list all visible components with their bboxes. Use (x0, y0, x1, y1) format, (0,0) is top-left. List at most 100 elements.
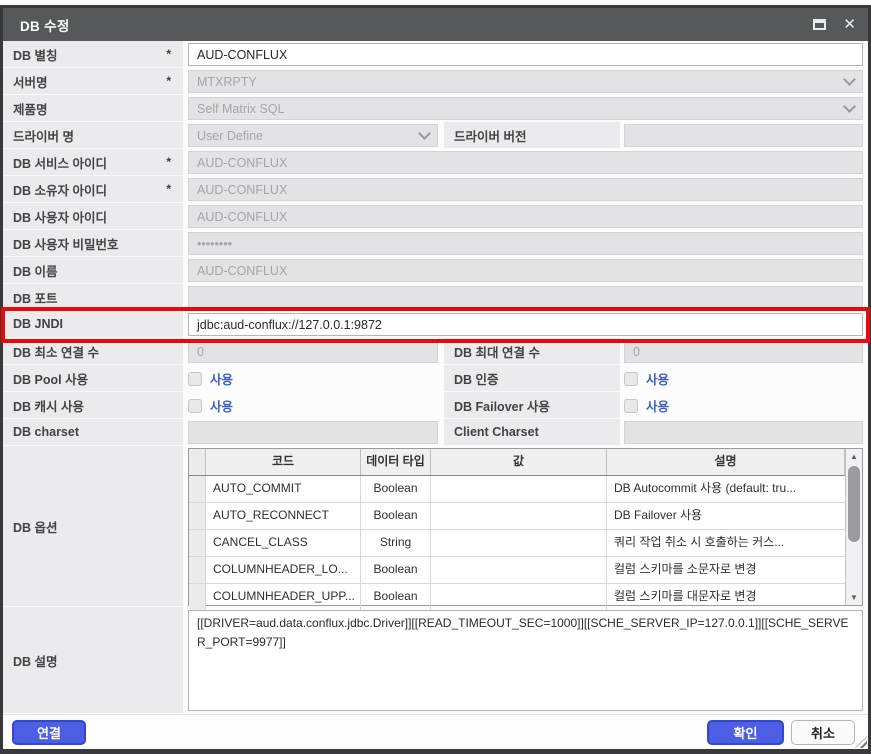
form-row-db-port: DB 포트 (3, 284, 868, 311)
table-row[interactable]: AUTO_RECONNECTBooleanDB Failover 사용 (189, 503, 845, 530)
scroll-up-icon[interactable]: ▲ (846, 449, 862, 464)
client-charset-input-label: Client Charset (444, 419, 620, 446)
option-data-type: Boolean (361, 584, 431, 610)
db-pool-use-group: 사용 (188, 369, 438, 388)
form-row-product-name: 제품명 Self Matrix SQL (3, 95, 868, 122)
row-selector[interactable] (189, 557, 206, 583)
option-value[interactable] (431, 557, 607, 583)
field-label-driver: 드라이버 명 (3, 122, 183, 149)
option-value[interactable] (431, 584, 607, 610)
server-name-select: MTXRPTY (188, 70, 863, 93)
close-icon[interactable]: ✕ (843, 17, 856, 32)
db-name-input: AUD-CONFLUX (188, 259, 863, 282)
field-label-db-connections-text: DB 최소 연결 수 (13, 342, 99, 361)
field-label-db-connections: DB 최소 연결 수 (3, 338, 183, 365)
form-body: DB 별칭*AUD-CONFLUX서버명*MTXRPTY 제품명 Self Matr… (3, 41, 868, 714)
field-label-db-description-text: DB 설명 (13, 651, 58, 670)
db-jndi-input[interactable]: jdbc:aud-conflux://127.0.0.1:9872 (188, 313, 863, 336)
form-row-db-owner-id: DB 소유자 아이디 * AUD-CONFLUX (3, 176, 868, 203)
field-label-db-jndi-text: DB JNDI (13, 317, 63, 331)
field-area-driver: User Define 드라이버 버전 (183, 122, 868, 149)
option-description: 쿼리 작업 취소 시 호출하는 커스... (607, 530, 845, 556)
option-value[interactable] (431, 530, 607, 556)
field-label-db-pool-text: DB Pool 사용 (13, 369, 88, 388)
product-name-select: Self Matrix SQL (188, 97, 863, 120)
db-max-connections-label: DB 최대 연결 수 (444, 338, 620, 365)
db-min-connections-input: 0 (188, 340, 438, 363)
db-auth-use-checkbox[interactable] (624, 372, 638, 386)
field-label-db-charset: DB charset (3, 419, 183, 446)
driver-version-label: 드라이버 버전 (444, 122, 620, 149)
db-max-connections-value: 0 (633, 345, 640, 359)
column-header-3: 값 (431, 449, 607, 475)
driver-version-input (624, 124, 863, 147)
option-code: AUTO_RECONNECT (206, 503, 361, 529)
restore-window-icon[interactable] (813, 19, 826, 30)
field-label-db-pool: DB Pool 사용 (3, 365, 183, 392)
form-row-db-name: DB 이름AUD-CONFLUX (3, 257, 868, 284)
table-scrollbar[interactable]: ▲▼ (845, 449, 862, 605)
db-failover-use-checkbox[interactable] (624, 399, 638, 413)
scrollbar-track[interactable] (846, 464, 862, 590)
column-header-0 (189, 449, 206, 475)
field-area-db-owner-id: AUD-CONFLUX (183, 176, 868, 203)
db-failover-use-label: 사용 (646, 396, 669, 415)
option-description: DB Autocommit 사용 (default: tru... (607, 476, 845, 502)
field-label-db-user-id: DB 사용자 아이디 (3, 203, 183, 230)
field-label-db-jndi: DB JNDI (3, 311, 183, 338)
driver-name-value: User Define (197, 129, 263, 143)
table-header-row: 코드데이터 타입값설명 (189, 449, 845, 476)
table-row[interactable]: COLUMNHEADER_LO...Boolean컬럼 스키마를 소문자로 변경 (189, 557, 845, 584)
dialog-titlebar[interactable]: DB 수정 ✕ (3, 8, 868, 41)
db-options-grid: 코드데이터 타입값설명AUTO_COMMITBooleanDB Autocomm… (189, 449, 845, 605)
form-row-server-name: 서버명*MTXRPTY (3, 68, 868, 95)
db-user-id-value: AUD-CONFLUX (197, 210, 287, 224)
row-selector[interactable] (189, 530, 206, 556)
field-label-product-name-text: 제품명 (13, 99, 48, 118)
db-jndi-value: jdbc:aud-conflux://127.0.0.1:9872 (197, 318, 382, 332)
field-label-db-port: DB 포트 (3, 284, 183, 311)
field-label-db-options: DB 옵션 (3, 446, 183, 607)
field-area-db-charset: Client Charset (183, 419, 868, 446)
table-row[interactable]: AUTO_COMMITBooleanDB Autocommit 사용 (defa… (189, 476, 845, 503)
db-pool-use-checkbox[interactable] (188, 372, 202, 386)
connect-button[interactable]: 연결 (12, 720, 86, 745)
dialog-footer: 연결 확인 취소 (3, 714, 868, 749)
field-label-db-owner-id-text: DB 소유자 아이디 (13, 180, 107, 199)
form-row-db-alias: DB 별칭*AUD-CONFLUX (3, 41, 868, 68)
row-selector[interactable] (189, 584, 206, 610)
field-label-db-name: DB 이름 (3, 257, 183, 284)
required-asterisk: * (166, 182, 171, 196)
db-owner-id-input: AUD-CONFLUX (188, 178, 863, 201)
form-row-db-service-id: DB 서비스 아이디*AUD-CONFLUX (3, 149, 868, 176)
form-row-db-user-password: DB 사용자 비밀번호•••••••• (3, 230, 868, 257)
db-user-id-input: AUD-CONFLUX (188, 205, 863, 228)
form-row-db-options: DB 옵션코드데이터 타입값설명AUTO_COMMITBooleanDB Aut… (3, 446, 868, 607)
db-cache-use-checkbox[interactable] (188, 399, 202, 413)
option-value[interactable] (431, 476, 607, 502)
field-label-db-cache: DB 캐시 사용 (3, 392, 183, 419)
cancel-button[interactable]: 취소 (791, 720, 855, 745)
row-selector[interactable] (189, 503, 206, 529)
dialog-title: DB 수정 (20, 15, 70, 35)
form-row-db-jndi: DB JNDI jdbc:aud-conflux://127.0.0.1:9872 (3, 311, 868, 338)
scroll-down-icon[interactable]: ▼ (846, 590, 862, 605)
db-edit-dialog: DB 수정 ✕ DB 별칭*AUD-CONFLUX서버명*MTXRPTY 제품명 S… (0, 5, 871, 754)
ok-button[interactable]: 확인 (707, 720, 784, 745)
chevron-down-icon (843, 73, 856, 86)
chevron-down-icon (843, 100, 856, 113)
option-data-type: Boolean (361, 476, 431, 502)
field-label-db-user-id-text: DB 사용자 아이디 (13, 207, 107, 226)
table-row[interactable]: CANCEL_CLASSString쿼리 작업 취소 시 호출하는 커스... (189, 530, 845, 557)
resize-grip-icon[interactable] (855, 736, 867, 748)
db-service-id-value: AUD-CONFLUX (197, 156, 287, 170)
scrollbar-thumb[interactable] (848, 466, 860, 542)
db-alias-input[interactable]: AUD-CONFLUX (188, 43, 863, 66)
db-pool-use-label: 사용 (210, 369, 233, 388)
row-selector[interactable] (189, 476, 206, 502)
db-port-input (188, 286, 863, 309)
option-value[interactable] (431, 503, 607, 529)
column-header-2: 데이터 타입 (361, 449, 431, 475)
db-description-textarea[interactable]: [[DRIVER=aud.data.conflux.jdbc.Driver]][… (188, 610, 863, 711)
db-owner-id-value: AUD-CONFLUX (197, 183, 287, 197)
